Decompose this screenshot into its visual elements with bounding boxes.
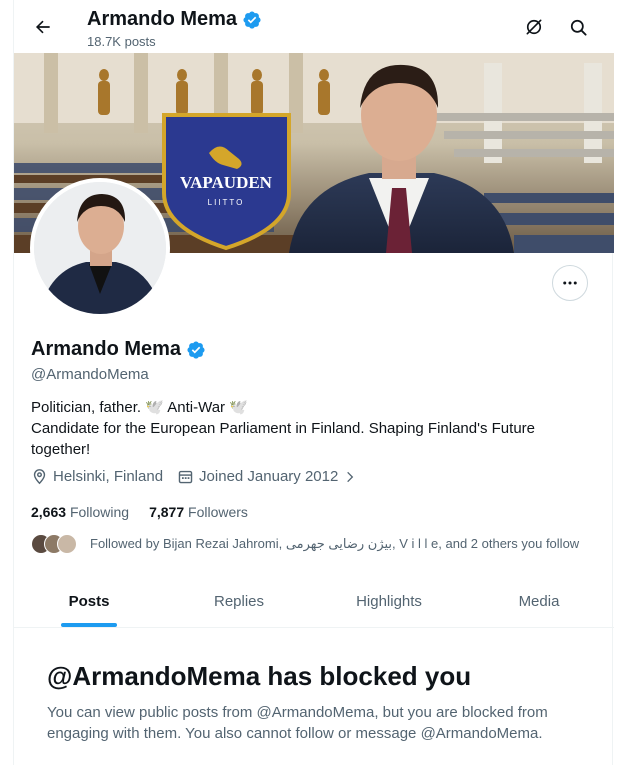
banner-shield-subtext: LIITTO (208, 198, 245, 207)
tab-highlights[interactable]: Highlights (314, 575, 464, 627)
calendar-icon (178, 470, 193, 484)
verified-badge-icon (187, 340, 205, 359)
profile-meta: Helsinki, Finland Joined January 2012 (31, 468, 371, 485)
profile-handle: @ArmandoMema (31, 366, 149, 383)
profile-tabs: Posts Replies Highlights Media (14, 575, 614, 628)
tab-label: Media (518, 592, 560, 610)
tab-posts[interactable]: Posts (14, 575, 164, 627)
banner-shield-text: VAPAUDEN (180, 173, 273, 192)
followers-link[interactable]: 7,877 Followers (149, 504, 248, 520)
avatar (57, 534, 77, 554)
location-text: Helsinki, Finland (53, 468, 164, 485)
search-button[interactable] (564, 13, 592, 41)
following-count: 2,663 (31, 504, 67, 520)
tab-label: Replies (213, 592, 265, 610)
joined-text: Joined January 2012 (199, 468, 339, 485)
bio-line-2: Candidate for the European Parliament in… (31, 420, 536, 458)
tab-replies[interactable]: Replies (164, 575, 314, 627)
tab-label: Posts (68, 592, 110, 610)
profile-avatar[interactable] (30, 178, 170, 318)
avatar-image (34, 182, 166, 314)
profile-name-text: Armando Mema (31, 338, 182, 360)
header-title: Armando Mema (87, 8, 262, 31)
back-arrow-icon (35, 20, 50, 34)
followers-label: Followers (188, 504, 248, 520)
followed-by-text: Followed by Bijan Rezai Jahromi, بیژن رض… (90, 536, 580, 551)
location-pin-icon (33, 469, 46, 485)
joined-date[interactable]: Joined January 2012 (177, 468, 357, 485)
more-icon (563, 281, 577, 285)
followers-count: 7,877 (149, 504, 185, 520)
grok-button[interactable] (520, 13, 548, 41)
blocked-title: @ArmandoMema has blocked you (47, 661, 472, 691)
profile-name: Armando Mema (31, 338, 206, 361)
followed-by-avatars (31, 534, 77, 554)
location: Helsinki, Finland (31, 468, 163, 485)
more-options-button[interactable] (552, 265, 588, 301)
active-tab-indicator (61, 623, 117, 627)
top-bar: Armando Mema 18.7K posts (14, 0, 614, 53)
following-link[interactable]: 2,663 Following (31, 504, 129, 520)
tab-label: Highlights (356, 592, 422, 610)
tab-media[interactable]: Media (464, 575, 614, 627)
posts-count: 18.7K posts (87, 34, 156, 49)
chevron-right-icon (347, 471, 354, 482)
back-button[interactable] (28, 12, 58, 42)
profile-bio: Politician, father. 🕊️ Anti-War 🕊️ Candi… (31, 397, 591, 460)
bio-line-1: Politician, father. 🕊️ Anti-War 🕊️ (31, 399, 248, 416)
search-icon (570, 19, 587, 36)
followed-by[interactable]: Followed by Bijan Rezai Jahromi, بیژن رض… (31, 534, 579, 554)
following-label: Following (69, 504, 130, 520)
verified-badge-icon (243, 10, 261, 29)
profile-column: Armando Mema 18.7K posts VAPAUDEN LIITTO… (13, 0, 614, 765)
blocked-message: You can view public posts from @ArmandoM… (47, 704, 548, 742)
follow-stats: 2,663 Following 7,877 Followers (31, 504, 268, 520)
grok-icon (526, 19, 542, 35)
header-name: Armando Mema (87, 8, 238, 30)
